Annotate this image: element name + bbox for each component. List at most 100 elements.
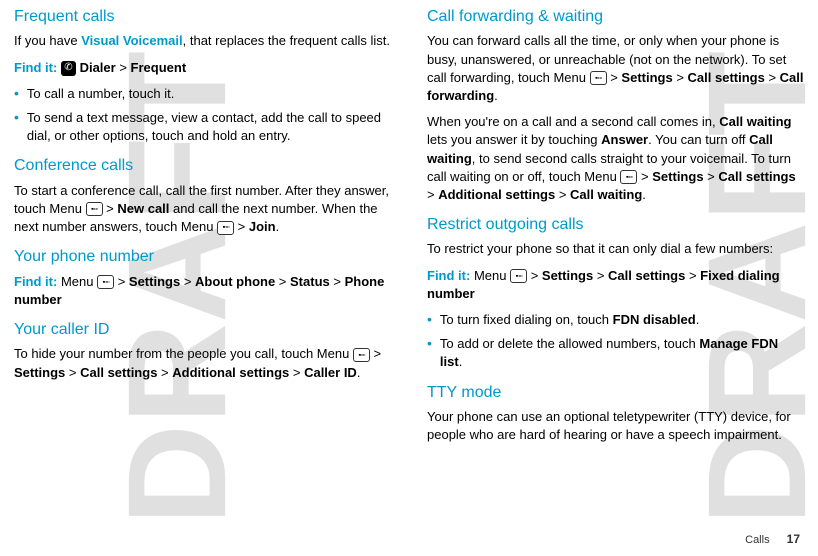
text-about-phone: About phone [195, 274, 275, 289]
findit-label: Find it: [14, 60, 57, 75]
para-tty: Your phone can use an optional teletypew… [427, 408, 804, 444]
phone-icon: ✆ [61, 61, 76, 76]
separator: > [234, 219, 249, 234]
heading-phone-number: Your phone number [14, 246, 391, 268]
text: . [494, 88, 498, 103]
separator: > [637, 169, 652, 184]
separator: > [103, 201, 118, 216]
bullet-item: • To call a number, touch it. [14, 85, 391, 103]
text: When you're on a call and a second call … [427, 114, 719, 129]
page-number: 17 [787, 532, 800, 546]
text: lets you answer it by touching [427, 132, 601, 147]
link-visual-voicemail[interactable]: Visual Voicemail [81, 33, 182, 48]
separator: > [370, 346, 381, 361]
separator: > [765, 70, 780, 85]
menu-icon [590, 71, 607, 85]
separator: > [114, 274, 129, 289]
bullet-text: To call a number, touch it. [27, 85, 391, 103]
menu-icon [217, 221, 234, 235]
text-call-waiting: Call waiting [570, 187, 642, 202]
page-footer: Calls 17 [745, 531, 800, 548]
separator: > [685, 268, 700, 283]
two-column-layout: Frequent calls If you have Visual Voicem… [0, 0, 818, 452]
text: If you have [14, 33, 81, 48]
text-call-settings: Call settings [608, 268, 685, 283]
para-restrict: To restrict your phone so that it can on… [427, 240, 804, 258]
bullet-item: • To turn fixed dialing on, touch FDN di… [427, 311, 804, 329]
bullet-dot: • [427, 311, 432, 329]
text-caller-id: Caller ID [304, 365, 357, 380]
text: . [276, 219, 280, 234]
bullet-dot: • [427, 335, 432, 371]
separator: > [427, 187, 438, 202]
separator: > [275, 274, 290, 289]
text-fdn-disabled: FDN disabled [613, 312, 696, 327]
text-additional-settings: Additional settings [172, 365, 289, 380]
separator: > [527, 268, 542, 283]
bullet-item: • To send a text message, view a contact… [14, 109, 391, 145]
heading-tty-mode: TTY mode [427, 382, 804, 404]
text: , that replaces the frequent calls list. [183, 33, 390, 48]
separator: > [673, 70, 688, 85]
menu-icon [510, 269, 527, 283]
para-conference: To start a conference call, call the fir… [14, 182, 391, 237]
findit-phone-number: Find it: Menu > Settings > About phone >… [14, 273, 391, 309]
separator: > [116, 60, 131, 75]
heading-caller-id: Your caller ID [14, 319, 391, 341]
text: . [642, 187, 646, 202]
text-answer: Answer [601, 132, 648, 147]
text-settings: Settings [621, 70, 672, 85]
text: . [357, 365, 361, 380]
separator: > [289, 365, 304, 380]
para-frequent-intro: If you have Visual Voicemail, that repla… [14, 32, 391, 50]
findit-label: Find it: [14, 274, 57, 289]
text-call-settings: Call settings [80, 365, 157, 380]
text-frequent: Frequent [131, 60, 187, 75]
text: . You can turn off [648, 132, 749, 147]
separator: > [704, 169, 719, 184]
bullet-item: • To add or delete the allowed numbers, … [427, 335, 804, 371]
text: To hide your number from the people you … [14, 346, 353, 361]
bullet-dot: • [14, 109, 19, 145]
text: . [696, 312, 700, 327]
menu-icon [620, 170, 637, 184]
heading-frequent-calls: Frequent calls [14, 6, 391, 28]
bullet-dot: • [14, 85, 19, 103]
text-settings: Settings [652, 169, 703, 184]
text-status: Status [290, 274, 330, 289]
bullet-text: To turn fixed dialing on, touch FDN disa… [440, 311, 804, 329]
menu-icon [353, 348, 370, 362]
right-column: Call forwarding & waiting You can forwar… [427, 6, 804, 452]
separator: > [157, 365, 172, 380]
separator: > [607, 70, 622, 85]
text-settings: Settings [14, 365, 65, 380]
separator: > [180, 274, 195, 289]
text: Menu [470, 268, 510, 283]
text: . [459, 354, 463, 369]
text-call-waiting: Call waiting [719, 114, 791, 129]
separator: > [65, 365, 80, 380]
separator: > [555, 187, 570, 202]
text-call-settings: Call settings [718, 169, 795, 184]
heading-conference-calls: Conference calls [14, 155, 391, 177]
menu-icon [97, 275, 114, 289]
text-call-settings: Call settings [688, 70, 765, 85]
findit-label: Find it: [427, 268, 470, 283]
menu-icon [86, 202, 103, 216]
text-join: Join [249, 219, 276, 234]
heading-restrict-calls: Restrict outgoing calls [427, 214, 804, 236]
heading-call-forwarding: Call forwarding & waiting [427, 6, 804, 28]
para-forwarding: You can forward calls all the time, or o… [427, 32, 804, 105]
text-settings: Settings [542, 268, 593, 283]
separator: > [593, 268, 608, 283]
text-new-call: New call [117, 201, 169, 216]
text-additional-settings: Additional settings [438, 187, 555, 202]
text-dialer: Dialer [76, 60, 116, 75]
text: To add or delete the allowed numbers, to… [440, 336, 699, 351]
bullet-text: To add or delete the allowed numbers, to… [440, 335, 804, 371]
bullet-text: To send a text message, view a contact, … [27, 109, 391, 145]
findit-restrict: Find it: Menu > Settings > Call settings… [427, 267, 804, 303]
para-caller-id: To hide your number from the people you … [14, 345, 391, 381]
separator: > [330, 274, 345, 289]
text: To turn fixed dialing on, touch [440, 312, 613, 327]
